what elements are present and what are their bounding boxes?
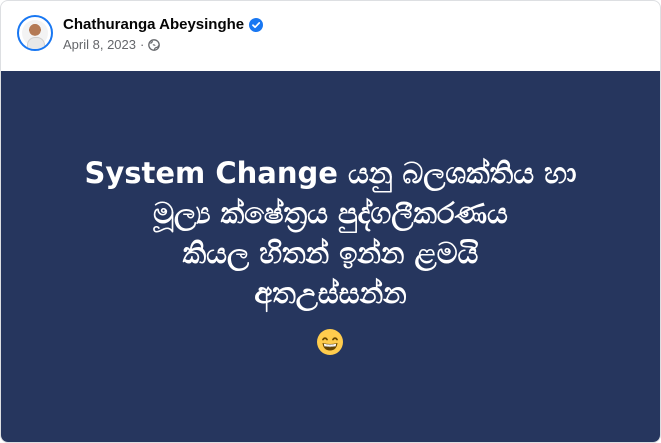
globe-icon[interactable]: [148, 38, 161, 51]
post-image-text: System Change යනු බලශක්තිය හා මූල්‍ය ක්ෂ…: [84, 156, 577, 310]
post-meta: April 8, 2023 ·: [63, 37, 161, 52]
author-row: Chathuranga Abeysinghe: [63, 16, 264, 33]
facebook-post-card: Chathuranga Abeysinghe April 8, 2023 · S…: [0, 0, 661, 443]
verified-badge-icon: [249, 17, 264, 32]
meta-separator: ·: [140, 37, 145, 52]
post-image[interactable]: System Change යනු බලශක්තිය හා මූල්‍ය ක්ෂ…: [1, 71, 660, 442]
author-avatar[interactable]: [17, 15, 53, 51]
grinning-face-emoji-icon: [316, 328, 344, 356]
author-name[interactable]: Chathuranga Abeysinghe: [63, 16, 244, 33]
post-header: Chathuranga Abeysinghe April 8, 2023 ·: [17, 15, 617, 55]
post-date[interactable]: April 8, 2023: [63, 37, 136, 52]
